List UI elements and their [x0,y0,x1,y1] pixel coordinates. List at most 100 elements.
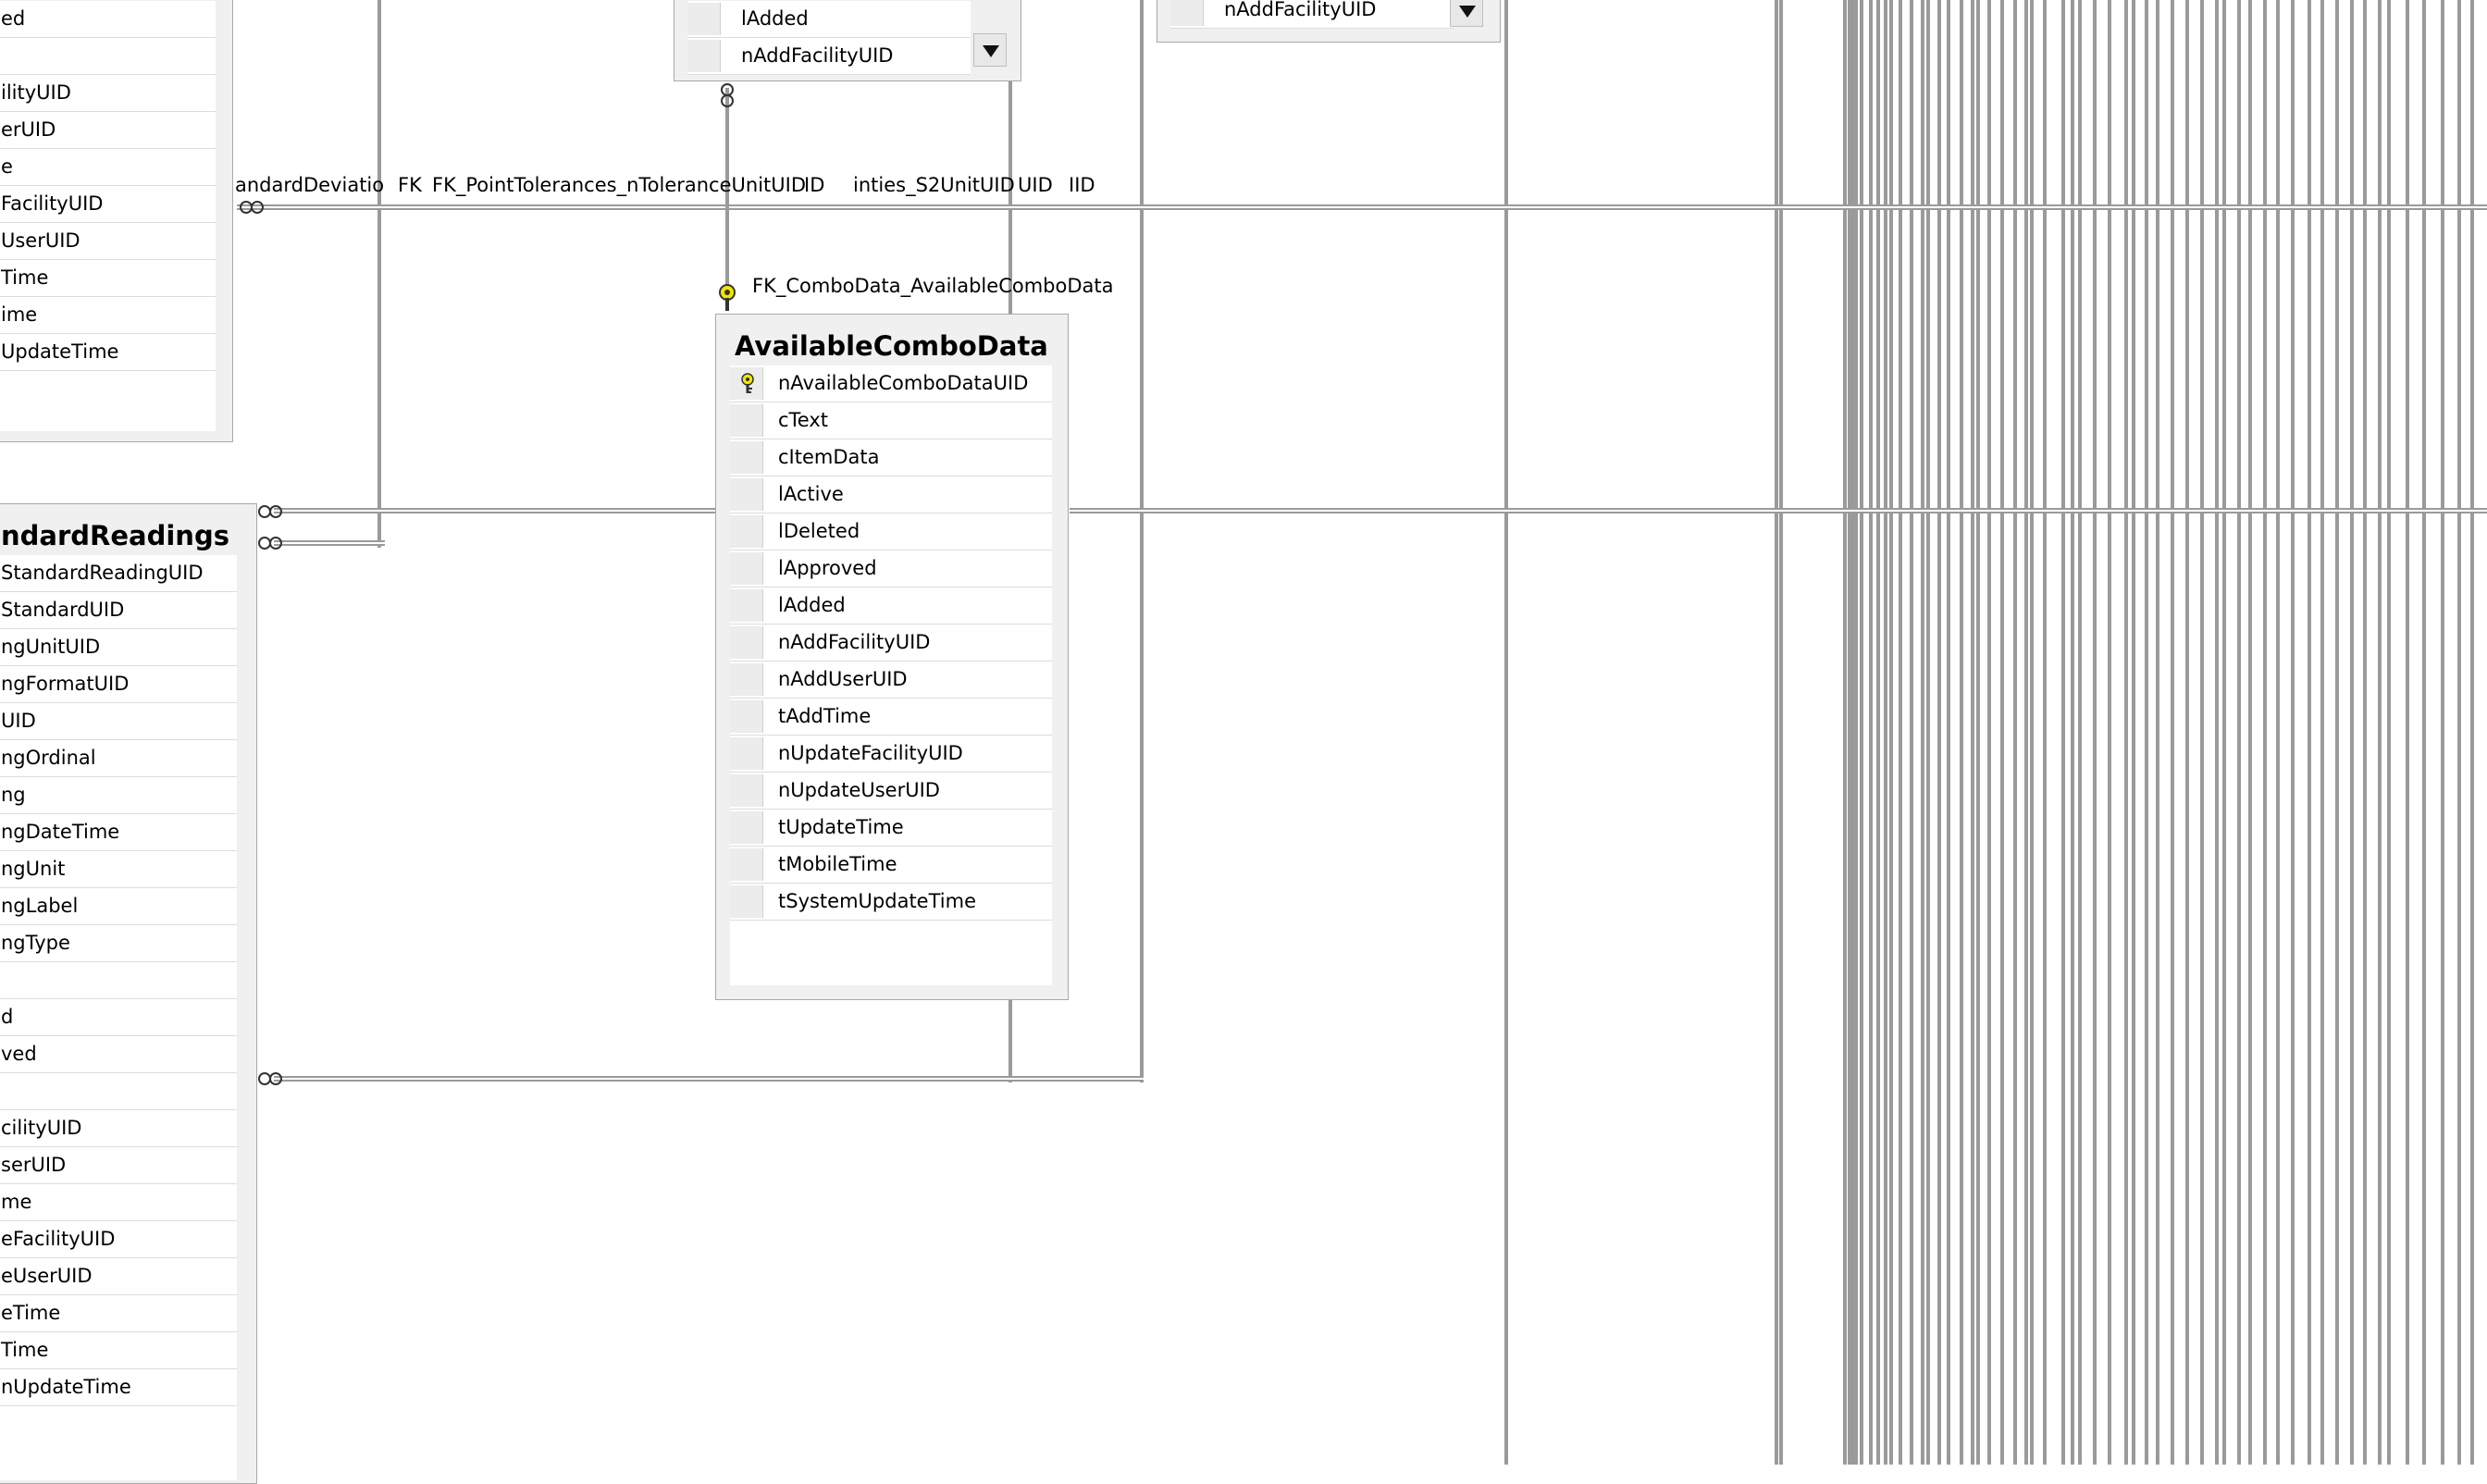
table-standard-readings[interactable]: ndardReadings StandardReadingUID Standard… [0,503,257,1484]
table-row[interactable]: StandardReadingUID [0,555,237,592]
table-row[interactable]: ved [0,1036,237,1073]
table-left-top[interactable]: ed ilityUID erUID e FacilityUID UserUID Time im… [0,0,233,442]
table-row[interactable]: nUpdateUserUID [730,773,1052,810]
table-row[interactable]: nAddFacilityUID [730,625,1052,662]
table-row[interactable]: ngUnit [0,851,237,888]
table-row[interactable]: e [0,149,216,186]
table-row[interactable]: ngLabel [0,888,237,925]
table-row[interactable]: ime [0,297,216,334]
column-name: d [1,1006,14,1028]
row-selector[interactable] [730,589,763,622]
connector-layer [0,0,2487,1465]
column-name: ngUnitUID [1,636,101,658]
column-name: tSystemUpdateTime [778,890,976,912]
row-selector[interactable] [730,478,763,511]
connector-line [1884,0,1887,1465]
row-selector[interactable] [730,663,763,696]
table-row[interactable]: ngType [0,925,237,962]
table-row[interactable]: ng [0,777,237,814]
table-row[interactable]: nUpdateFacilityUID [730,736,1052,773]
relationship-label: FK [398,174,422,196]
connector-line [2024,0,2028,1465]
table-row[interactable]: eTime [0,1295,237,1332]
relationship-label: inties_S2UnitUID [853,174,1015,196]
column-name: nUpdateTime [1,1376,131,1398]
table-row[interactable]: lActive [730,476,1052,513]
column-name: nAddFacilityUID [1224,0,1377,20]
row-selector[interactable] [730,774,763,807]
table-row[interactable]: FacilityUID [0,186,216,223]
table-row[interactable]: ngUnitUID [0,629,237,666]
table-available-combo-data[interactable]: AvailableComboData nAvailableComboDataUI… [715,314,1069,1000]
table-row[interactable]: nAddFacilityUID [687,38,971,75]
table-row[interactable]: ngDateTime [0,814,237,851]
table-row[interactable]: cItemData [730,439,1052,476]
table-row[interactable]: tMobileTime [730,847,1052,884]
table-row[interactable]: me [0,1184,237,1221]
column-name: lActive [778,483,844,505]
table-row[interactable]: tAddTime [730,699,1052,736]
row-selector[interactable] [730,848,763,881]
row-selector[interactable] [730,552,763,585]
table-top-right[interactable]: nAddFacilityUID [1157,0,1501,43]
connector-line [2320,0,2324,1465]
table-row[interactable]: d [0,999,237,1036]
column-name: tAddTime [778,705,872,727]
table-row[interactable] [0,962,237,999]
row-selector[interactable] [730,515,763,548]
connector-line [2132,0,2135,1465]
connector-line [1843,0,1847,1465]
table-row[interactable]: ilityUID [0,75,216,112]
table-row[interactable] [0,38,216,75]
table-row[interactable]: nUpdateTime [0,1369,237,1406]
table-row[interactable]: tUpdateTime [730,810,1052,847]
table-row[interactable]: serUID [0,1147,237,1184]
table-row[interactable]: UID [0,703,237,740]
table-row[interactable] [0,1073,237,1110]
table-row[interactable]: cilityUID [0,1110,237,1147]
row-selector[interactable] [687,40,721,72]
scroll-down-button[interactable] [973,33,1007,67]
table-row[interactable]: nAddFacilityUID [1170,0,1454,29]
table-row[interactable]: lAdded [730,587,1052,625]
column-name: ngDateTime [1,821,120,843]
table-row[interactable]: ngOrdinal [0,740,237,777]
table-row[interactable]: lDeleted [730,513,1052,550]
row-selector[interactable] [730,885,763,918]
table-row[interactable]: StandardUID [0,592,237,629]
table-row[interactable]: eUserUID [0,1258,237,1295]
table-row[interactable]: nAddUserUID [730,662,1052,699]
table-row[interactable]: lAdded [687,1,971,38]
connector-line [2145,0,2148,1465]
connector-line [237,204,2487,210]
row-selector[interactable] [730,404,763,437]
table-row[interactable]: Time [0,260,216,297]
connector-line [1971,0,1974,1465]
row-selector[interactable] [1170,0,1204,26]
column-name: erUID [1,118,56,141]
table-row[interactable]: ed [0,1,216,38]
row-selector[interactable] [730,441,763,474]
connector-line [2185,0,2189,1465]
scroll-down-button[interactable] [1450,0,1483,27]
row-selector[interactable] [730,626,763,659]
table-row[interactable]: tSystemUpdateTime [730,884,1052,921]
column-name: UserUID [1,229,80,252]
row-selector[interactable] [730,700,763,733]
table-row[interactable]: Time [0,1332,237,1369]
row-selector[interactable] [730,811,763,844]
column-name: eUserUID [1,1265,93,1287]
table-row[interactable]: ngFormatUID [0,666,237,703]
table-row[interactable]: erUID [0,112,216,149]
row-selector[interactable] [730,737,763,770]
table-row[interactable]: lApproved [730,550,1052,587]
table-row[interactable]: eFacilityUID [0,1221,237,1258]
table-top-middle[interactable]: lAdded nAddFacilityUID [674,0,1021,81]
table-row[interactable]: cText [730,402,1052,439]
row-selector[interactable] [687,3,721,35]
table-row[interactable]: nAvailableComboDataUID [730,365,1052,402]
table-row[interactable]: UserUID [0,223,216,260]
column-name: serUID [1,1154,67,1176]
table-row[interactable]: UpdateTime [0,334,216,371]
connector-line [2156,0,2159,1465]
